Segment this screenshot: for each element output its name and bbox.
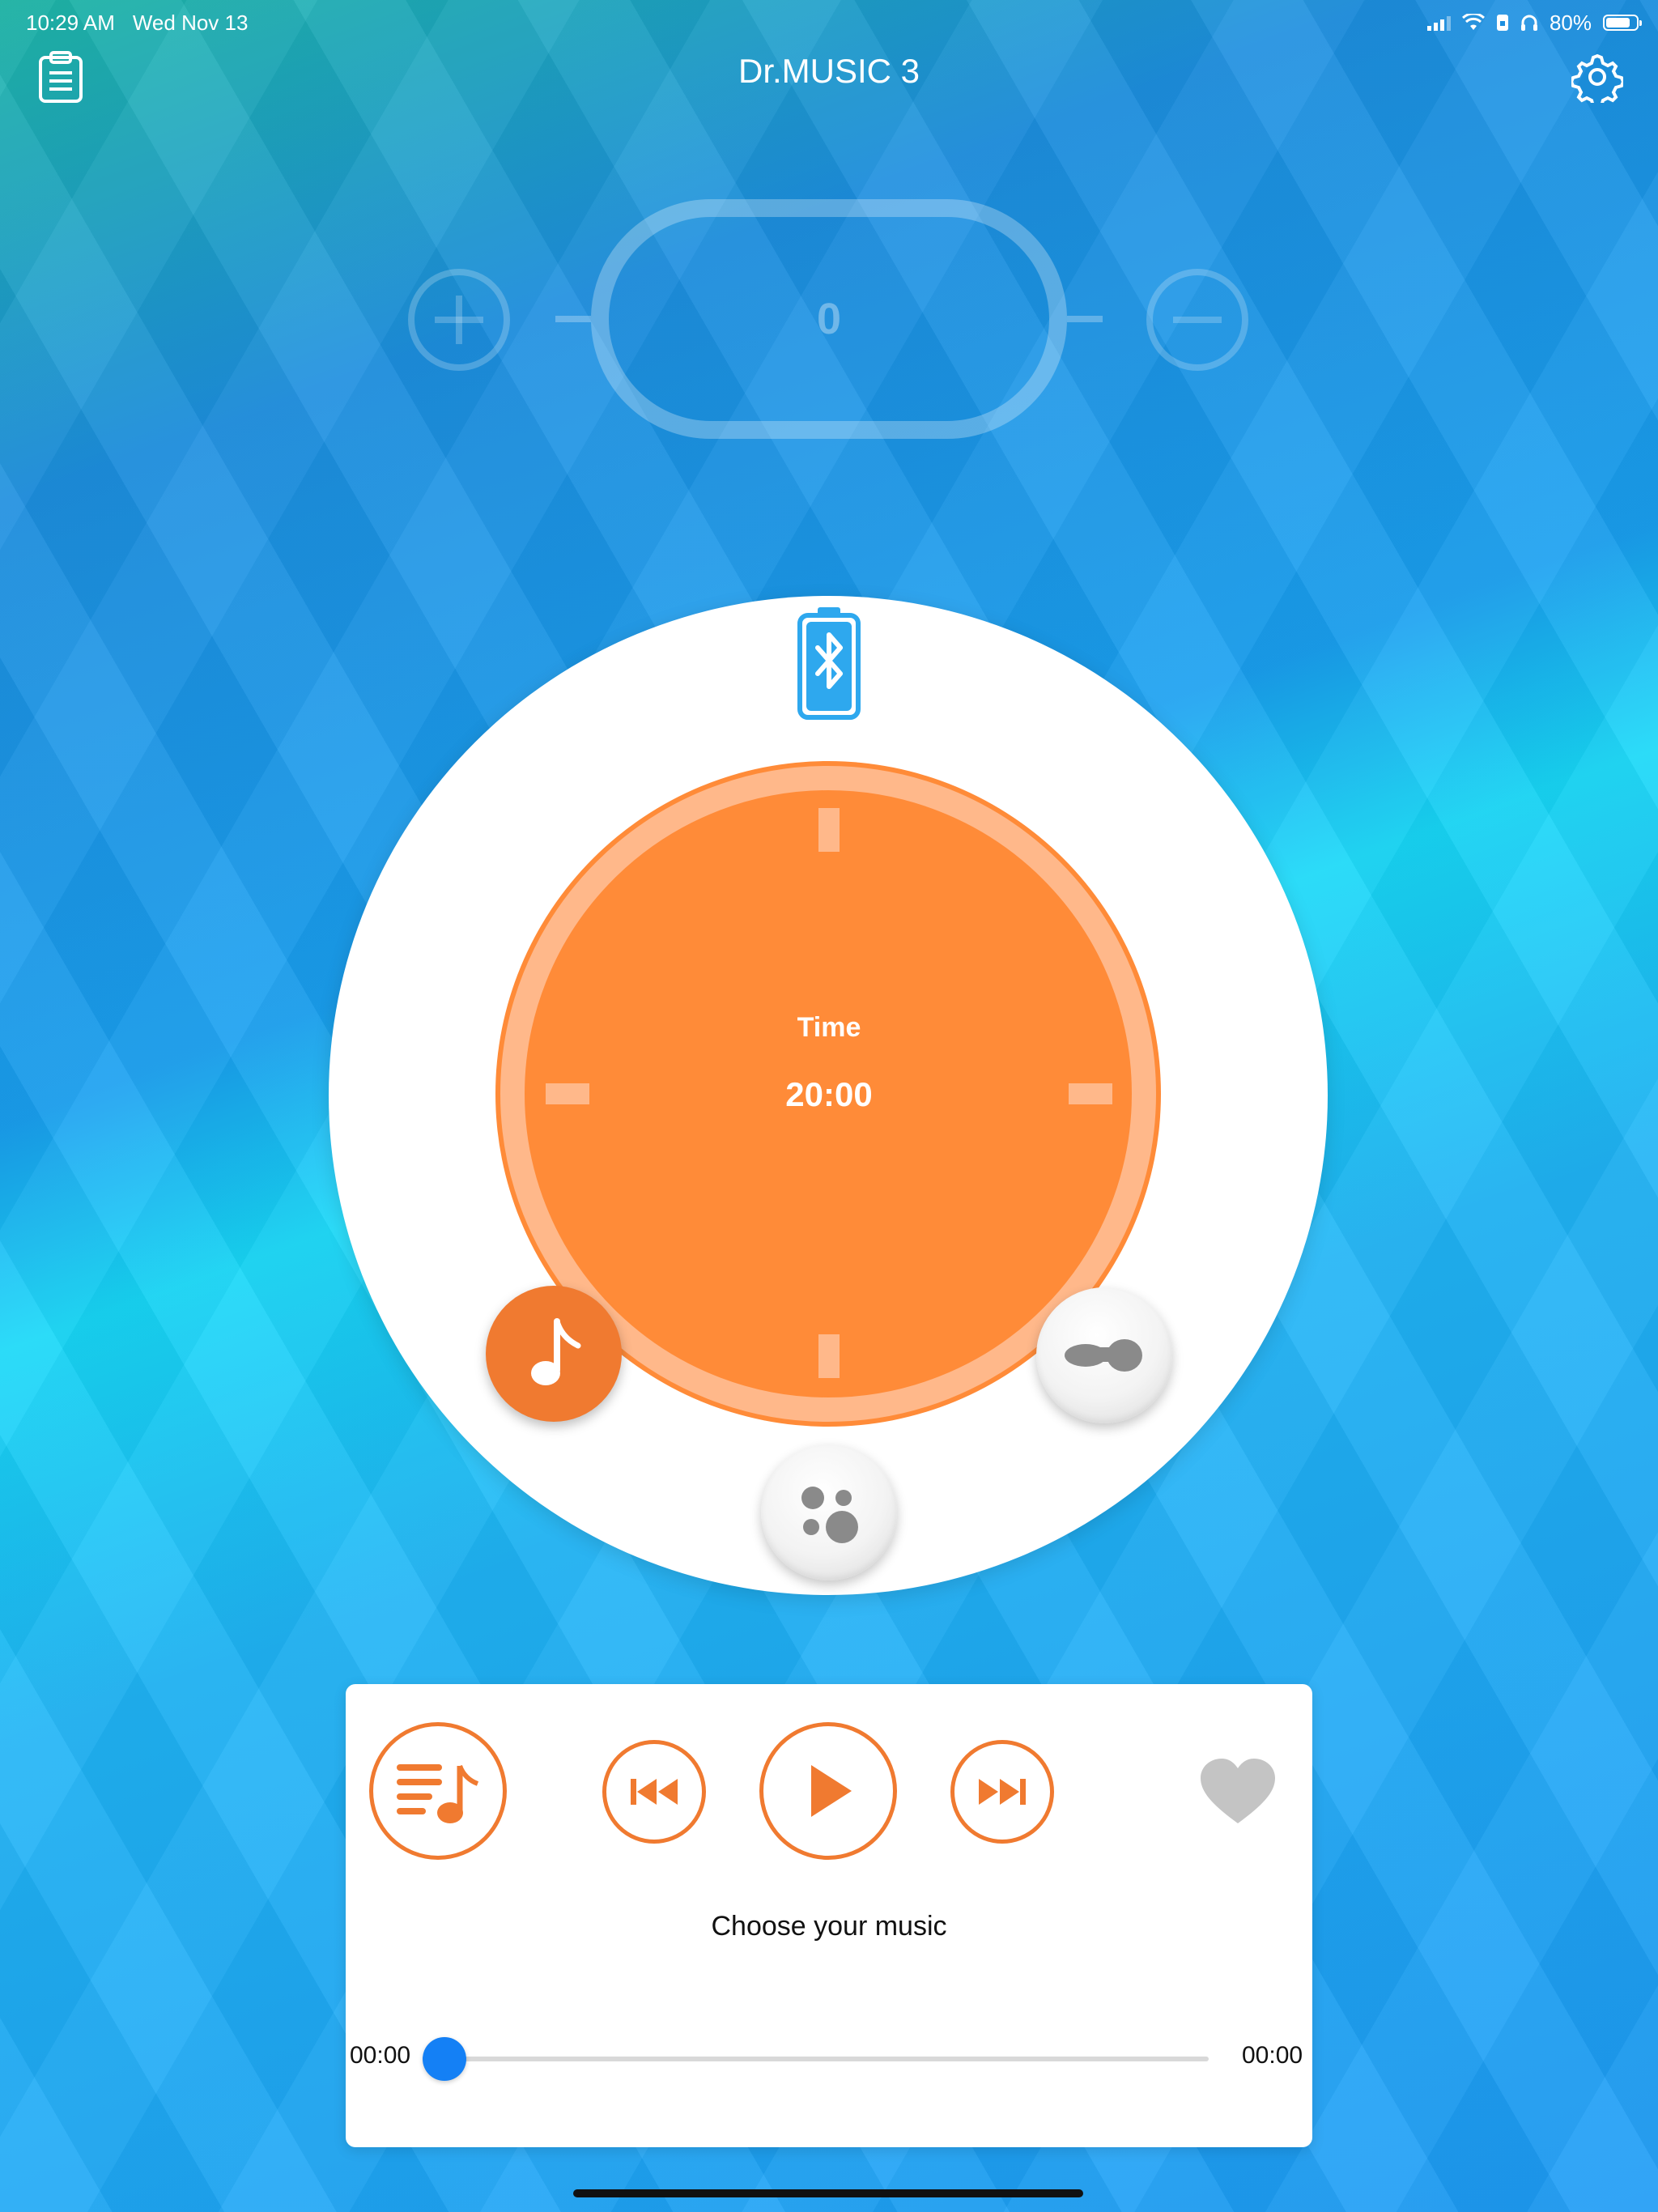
status-time: 10:29 AM [26,10,115,35]
timer-value: 20:00 [785,1075,873,1113]
battery-percent: 80% [1549,10,1592,35]
gear-icon [1571,53,1623,103]
music-note-icon [531,1318,581,1385]
track-name: Choose your music [711,1911,947,1942]
headphones-icon [1520,15,1537,31]
elapsed-time: 00:00 [350,2042,411,2069]
dots-pattern-icon [801,1487,858,1543]
timer-label: Time [797,1012,861,1043]
dial-tick-right [1069,1083,1112,1104]
play-button[interactable] [759,1722,897,1860]
home-indicator [573,2189,1083,2197]
playlist-button[interactable] [369,1722,507,1860]
battery-icon [1603,15,1642,31]
next-icon [979,1779,1026,1805]
total-time: 00:00 [1242,2042,1303,2069]
heart-icon [1201,1759,1275,1823]
wifi-icon [1461,14,1485,30]
settings-button[interactable] [1569,49,1626,105]
lock-rotation-icon [1496,15,1508,31]
minus-circle-icon [1173,317,1222,323]
counter-connector-right [1067,316,1103,322]
plus-circle-icon [435,296,483,344]
bluetooth-battery-icon [797,607,861,720]
counter-connector-left [555,316,591,322]
mode-dots-button[interactable] [761,1444,897,1580]
previous-icon [631,1779,678,1805]
status-indicators: 80% [1426,10,1642,36]
next-button[interactable] [950,1740,1054,1844]
progress-bar[interactable] [444,2057,1209,2061]
music-player: Choose your music 00:00 00:00 [346,1684,1312,2147]
mode-wave-button[interactable] [1036,1287,1172,1423]
bluetooth-status[interactable] [797,606,861,725]
play-icon [811,1765,852,1817]
app-title: Dr.MUSIC 3 [738,52,920,90]
previous-button[interactable] [602,1740,706,1844]
dial-tick-top [818,808,840,852]
increase-button[interactable] [408,269,510,371]
decrease-button[interactable] [1146,269,1248,371]
signal-icon [1426,15,1451,31]
counter-value: 0 [816,295,842,343]
mode-music-button[interactable] [486,1286,622,1422]
status-date: Wed Nov 13 [132,10,249,35]
playlist-icon [397,1764,479,1823]
counter-display: 0 [591,199,1067,439]
favorite-button[interactable] [1197,1755,1278,1828]
wave-pattern-icon [1065,1339,1142,1372]
dial-tick-left [546,1083,589,1104]
dial-tick-bottom [818,1334,840,1378]
progress-thumb[interactable] [423,2037,466,2081]
status-bar: 10:29 AM Wed Nov 13 80% [26,6,1642,39]
